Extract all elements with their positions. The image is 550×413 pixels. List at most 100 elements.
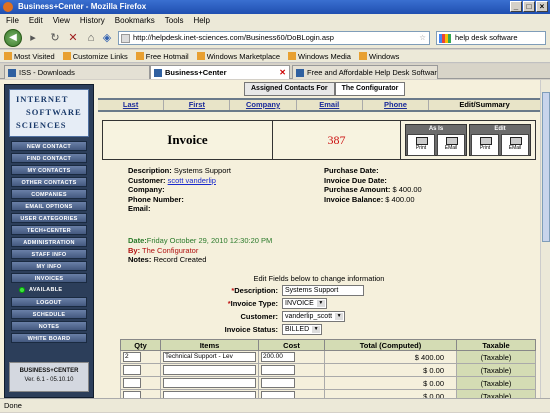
scrollbar-thumb[interactable] [542,92,550,242]
assigned-contacts-button[interactable]: Assigned Contacts For [244,82,335,96]
record-date: Friday October 29, 2010 12:30:20 PM [146,236,273,245]
sort-phone-link[interactable]: Phone [384,100,407,109]
configurator-button[interactable]: The Configurator [334,82,406,96]
table-row: 2 Technical Support - Lev 200.00 $ 400.0… [120,350,536,364]
qty-input[interactable] [123,378,141,388]
version-title: BUSINESS+CENTER [19,368,79,374]
menu-bookmarks[interactable]: Bookmarks [115,14,155,27]
home-icon[interactable]: ⌂ [84,31,98,45]
taxable-cell[interactable]: (Taxable) [456,350,536,364]
customer-select[interactable]: vanderlip_scott ▼ [282,311,346,322]
menu-bar: File Edit View History Bookmarks Tools H… [0,14,550,27]
cost-input[interactable] [261,365,295,375]
table-row: $ 0.00 (Taxable) [120,363,536,377]
description-field[interactable]: Systems Support [282,285,364,296]
forward-icon[interactable]: ▸ [26,31,40,45]
bookmark-icon [135,52,144,60]
sidebar-item-companies[interactable]: COMPANIES [11,189,87,199]
record-meta: Date:Friday October 29, 2010 12:30:20 PM… [128,236,273,264]
version-box: BUSINESS+CENTER Ver. 6.1 - 05.10.10 [9,362,89,392]
minimize-button[interactable]: _ [510,1,522,12]
menu-tools[interactable]: Tools [165,14,184,27]
back-icon[interactable]: ◀ [4,29,22,47]
taxable-cell[interactable]: (Taxable) [456,376,536,390]
tab-favicon-icon [296,69,304,77]
cost-input[interactable] [261,391,295,398]
taxable-cell[interactable]: (Taxable) [456,389,536,398]
sort-company-link[interactable]: Company [246,100,280,109]
menu-help[interactable]: Help [193,14,209,27]
edit-print-button[interactable]: Print [471,134,499,156]
sidebar-item-available[interactable]: AVAILABLE [11,285,87,295]
bookmark-windows-marketplace[interactable]: Windows Marketplace [196,50,280,62]
sidebar-item-notes[interactable]: NOTES [11,321,87,331]
item-input[interactable] [163,365,256,375]
bookmark-windows[interactable]: Windows [358,50,399,62]
sidebar-item-logout[interactable]: LOGOUT [11,297,87,307]
sidebar-item-schedule[interactable]: SCHEDULE [11,309,87,319]
invoice-title: Invoice [103,121,273,159]
sidebar-item-find-contact[interactable]: FIND CONTACT [11,153,87,163]
tab-business-center[interactable]: Business+Center ✕ [150,65,290,79]
bookmark-most-visited[interactable]: Most Visited [4,50,55,62]
tab-help-desk-software[interactable]: Free and Affordable Help Desk Softwar... [292,65,438,79]
item-input[interactable]: Technical Support - Lev [163,352,256,362]
window-titlebar: Business+Center - Mozilla Firefox _ □ × [0,0,550,14]
edit-email-button[interactable]: EMail [501,134,529,156]
bookmark-customize-links[interactable]: Customize Links [62,50,128,62]
invoice-type-select[interactable]: INVOICE ▼ [282,298,327,309]
bookmark-windows-media[interactable]: Windows Media [288,50,351,62]
sidebar-item-my-contacts[interactable]: MY CONTACTS [11,165,87,175]
chevron-down-icon: ▼ [316,300,325,307]
close-button[interactable]: × [536,1,548,12]
taxable-cell[interactable]: (Taxable) [456,363,536,377]
total-cell: $ 0.00 [324,363,457,377]
sidebar-item-white-board[interactable]: WHITE BOARD [11,333,87,343]
invoice-status-select[interactable]: BILLED ▼ [282,324,323,335]
stop-icon[interactable]: ✕ [66,31,80,45]
sidebar-item-staff-info[interactable]: STAFF INFO [11,249,87,259]
maximize-button[interactable]: □ [523,1,535,12]
bookmark-free-hotmail[interactable]: Free Hotmail [135,50,189,62]
menu-edit[interactable]: Edit [29,14,43,27]
as-is-email-button[interactable]: EMail [437,134,465,156]
page-info-icon[interactable]: ◈ [100,31,114,45]
qty-input[interactable] [123,365,141,375]
tab-iss-downloads[interactable]: ISS - Downloads [4,65,150,79]
sidebar-item-my-info[interactable]: MY INFO [11,261,87,271]
vertical-scrollbar[interactable] [540,80,550,398]
sidebar-item-new-contact[interactable]: NEW CONTACT [11,141,87,151]
url-input[interactable]: http://helpdesk.inet-sciences.com/Busine… [118,31,430,45]
sidebar-item-user-categories[interactable]: USER CATEGORIES [11,213,87,223]
reload-icon[interactable]: ↻ [48,31,62,45]
invoice-balance: $ 400.00 [385,194,415,204]
menu-file[interactable]: File [6,14,19,27]
qty-input[interactable]: 2 [123,352,141,362]
cost-input[interactable] [261,378,295,388]
search-input[interactable]: help desk software [436,31,546,45]
sidebar-item-tech-center[interactable]: TECH+CENTER [11,225,87,235]
sort-bar: Last First Company Email Phone Edit/Summ… [98,98,540,112]
sidebar-item-other-contacts[interactable]: OTHER CONTACTS [11,177,87,187]
sort-email-link[interactable]: Email [319,100,339,109]
customer-link[interactable]: scott vanderlip [168,176,216,185]
as-is-print-button[interactable]: Print [407,134,435,156]
sidebar-item-invoices[interactable]: INVOICES [11,273,87,283]
iss-logo: INTERNET SOFTWARE SCIENCES [9,89,89,137]
col-items: Items [160,339,259,351]
sidebar-item-administration[interactable]: ADMINISTRATION [11,237,87,247]
printer-icon [416,137,428,145]
tab-favicon-icon [154,69,162,77]
item-input[interactable] [163,391,256,398]
sort-last-link[interactable]: Last [123,100,138,109]
item-input[interactable] [163,378,256,388]
star-icon[interactable]: ☆ [419,32,426,44]
cost-input[interactable]: 200.00 [261,352,295,362]
menu-view[interactable]: View [53,14,70,27]
sidebar-item-email-options[interactable]: EMAIL OPTIONS [11,201,87,211]
tab-close-icon[interactable]: ✕ [279,66,286,79]
sort-first-link[interactable]: First [189,100,205,109]
bookmark-icon [358,52,367,60]
menu-history[interactable]: History [80,14,105,27]
qty-input[interactable] [123,391,141,398]
